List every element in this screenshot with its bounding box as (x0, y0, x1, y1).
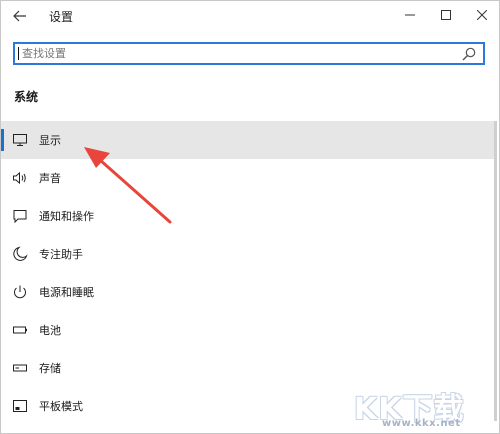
watermark: KK下载 www.kkx.net (354, 384, 498, 432)
search-icon[interactable] (461, 46, 477, 62)
maximize-icon (441, 10, 451, 20)
monitor-icon (13, 134, 27, 146)
minimize-icon (405, 14, 415, 16)
window-title: 设置 (49, 10, 74, 24)
selection-indicator (1, 129, 4, 151)
close-icon (477, 10, 487, 20)
minimize-button[interactable] (391, 1, 429, 29)
maximize-button[interactable] (427, 1, 465, 29)
title-bar: 设置 (1, 1, 499, 31)
nav-item-sound[interactable]: 声音 (1, 159, 497, 197)
nav-item-focus-assist[interactable]: 专注助手 (1, 235, 497, 273)
notification-icon (13, 210, 27, 224)
nav-label-focus-assist: 专注助手 (39, 248, 83, 261)
power-icon (14, 285, 26, 299)
watermark-url: www.kkx.net (382, 418, 461, 429)
nav-label-battery: 电池 (39, 324, 61, 337)
search-input[interactable] (22, 45, 452, 62)
nav-item-storage[interactable]: 存储 (1, 349, 497, 387)
section-title: 系统 (14, 90, 39, 104)
moon-icon (13, 246, 28, 261)
close-button[interactable] (463, 1, 499, 29)
settings-nav: 显示 声音 通知和操作 专注助手 电源和睡眠 电池 存储 平板模式 (1, 121, 497, 425)
settings-window: 设置 系统 显示 (0, 0, 500, 434)
back-arrow-icon (13, 10, 26, 22)
nav-label-notifications: 通知和操作 (39, 210, 94, 223)
nav-label-storage: 存储 (39, 362, 61, 375)
nav-label-tablet-mode: 平板模式 (39, 400, 83, 413)
nav-item-power-sleep[interactable]: 电源和睡眠 (1, 273, 497, 311)
back-button[interactable] (9, 5, 31, 27)
nav-item-battery[interactable]: 电池 (1, 311, 497, 349)
nav-item-notifications[interactable]: 通知和操作 (1, 197, 497, 235)
speaker-icon (13, 171, 26, 185)
tablet-icon (13, 400, 27, 412)
battery-icon (13, 326, 27, 334)
storage-icon (13, 364, 27, 372)
scrollbar[interactable] (494, 121, 497, 421)
nav-label-sound: 声音 (39, 172, 61, 185)
nav-item-display[interactable]: 显示 (1, 121, 497, 159)
nav-label-power-sleep: 电源和睡眠 (39, 286, 94, 299)
text-caret (18, 47, 19, 60)
search-box[interactable] (13, 42, 485, 65)
nav-label-display: 显示 (39, 134, 61, 147)
